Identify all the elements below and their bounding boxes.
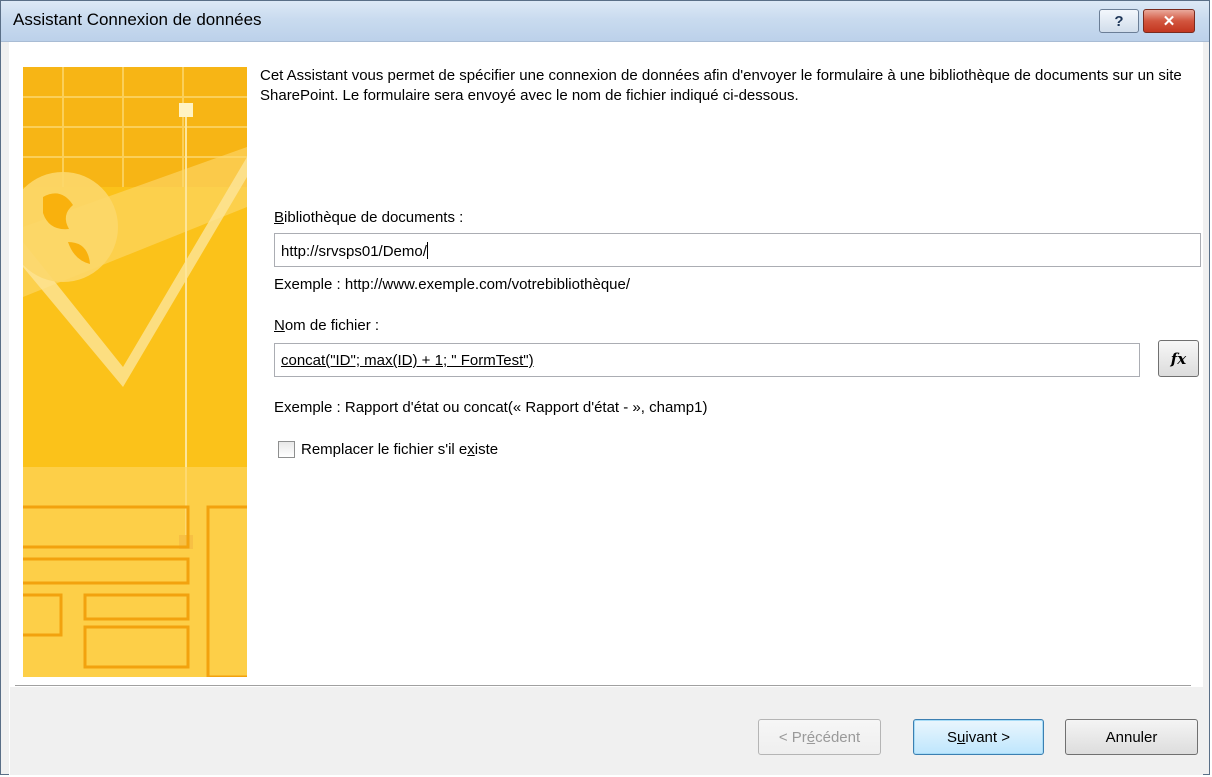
filename-example: Exemple : Rapport d'état ou concat(« Rap… bbox=[274, 399, 708, 416]
help-button[interactable]: ? bbox=[1099, 9, 1139, 33]
close-button[interactable]: ✕ bbox=[1143, 9, 1195, 33]
back-label-pre: < Pr bbox=[778, 728, 807, 746]
filename-input[interactable]: concat("ID"; max(ID) + 1; " FormTest") bbox=[274, 343, 1140, 377]
overwrite-label-mnemonic: x bbox=[467, 441, 475, 458]
overwrite-label-pre: Remplacer le fichier s'il e bbox=[301, 441, 468, 458]
next-label-post: ivant > bbox=[965, 728, 1010, 746]
overwrite-label[interactable]: Remplacer le fichier s'il existe bbox=[301, 441, 498, 458]
window-title: Assistant Connexion de données bbox=[13, 10, 262, 29]
back-button[interactable]: < Pr é cédent bbox=[758, 719, 881, 755]
close-icon: ✕ bbox=[1162, 13, 1176, 30]
filename-value: concat("ID"; max(ID) + 1; " FormTest") bbox=[281, 352, 534, 369]
text-caret bbox=[426, 242, 428, 259]
help-icon: ? bbox=[1114, 12, 1124, 30]
back-label-post: cédent bbox=[815, 728, 861, 746]
next-label-mnemonic: u bbox=[957, 728, 966, 746]
overwrite-checkbox[interactable] bbox=[278, 441, 295, 458]
filename-label: Nom de fichier : bbox=[274, 317, 379, 334]
wizard-content: Cet Assistant vous permet de spécifier u… bbox=[9, 42, 1203, 777]
cancel-button[interactable]: Annuler bbox=[1065, 719, 1198, 755]
next-button[interactable]: Su ivant > bbox=[913, 719, 1044, 755]
library-label-text: ibliothèque de documents : bbox=[284, 209, 464, 226]
filename-label-mnemonic: N bbox=[274, 317, 285, 334]
filename-label-text: om de fichier : bbox=[284, 317, 380, 334]
insert-formula-button[interactable]: fx bbox=[1158, 340, 1199, 377]
formula-icon: fx bbox=[1170, 349, 1187, 368]
wizard-window: Assistant Connexion de données ? ✕ Cet A… bbox=[0, 0, 1210, 777]
wizard-banner-image bbox=[23, 67, 247, 677]
library-example: Exemple : http://www.exemple.com/votrebi… bbox=[274, 276, 631, 293]
overwrite-label-post: iste bbox=[474, 441, 499, 458]
back-label-mnemonic: é bbox=[806, 728, 816, 746]
title-bar[interactable]: Assistant Connexion de données ? ✕ bbox=[1, 1, 1209, 42]
library-url-value: http://srvsps01/Demo/ bbox=[281, 243, 427, 260]
intro-text: Cet Assistant vous permet de spécifier u… bbox=[260, 67, 1182, 104]
next-label-pre: S bbox=[947, 728, 958, 746]
library-label: Bibliothèque de documents : bbox=[274, 209, 463, 226]
library-label-mnemonic: B bbox=[274, 209, 285, 226]
library-url-input[interactable]: http://srvsps01/Demo/ bbox=[274, 233, 1201, 267]
